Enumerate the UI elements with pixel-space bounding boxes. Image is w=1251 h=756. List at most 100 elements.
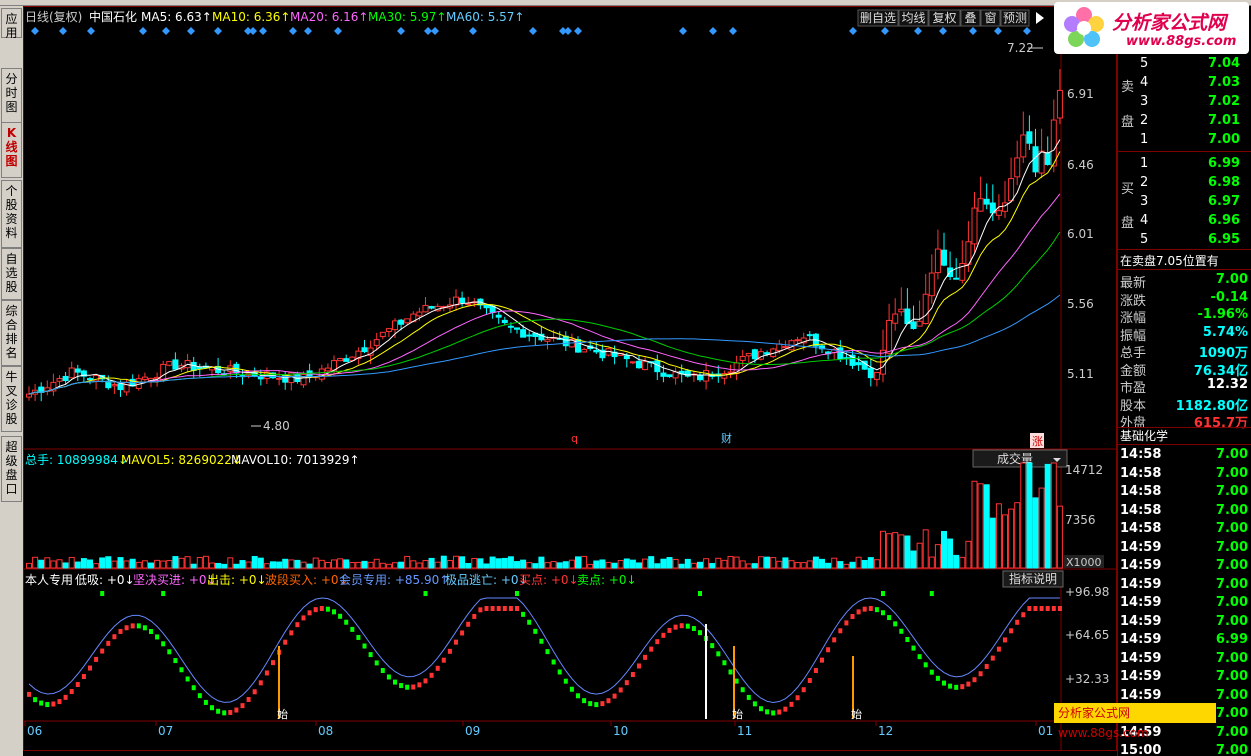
tick-price-14: 7.00 xyxy=(1215,706,1248,721)
buy-price-3: 6.97 xyxy=(1208,194,1241,209)
indicator-dot-80 xyxy=(515,606,519,611)
stat-key-5: 金额 xyxy=(1120,363,1147,379)
indicator-dot-104 xyxy=(661,632,666,638)
buy-price-4: 6.96 xyxy=(1208,213,1241,228)
volume-bar-129 xyxy=(812,556,819,569)
sell-price-5: 7.04 xyxy=(1208,56,1241,71)
indicator-dot-117 xyxy=(740,687,745,693)
event-diamond-0 xyxy=(31,27,39,35)
indicator-dot-102 xyxy=(649,646,654,652)
candle-body-148 xyxy=(928,272,935,297)
tick-time-6: 14:59 xyxy=(1120,558,1162,573)
tick-time-16: 15:00 xyxy=(1120,743,1162,756)
candle-body-51 xyxy=(337,358,344,362)
indicator-dot-33 xyxy=(228,709,233,715)
indicator-dot-89 xyxy=(569,686,574,692)
tick-time-11: 14:59 xyxy=(1120,650,1162,666)
indicator-dot-96 xyxy=(612,693,617,699)
indicator-dot-68 xyxy=(441,657,446,663)
candle-body-41 xyxy=(276,377,283,380)
indicator-dot-27 xyxy=(191,685,196,691)
event-diamond-24 xyxy=(849,27,857,35)
left-tab-6[interactable]: 牛叉诊股 xyxy=(1,366,22,432)
indicator-dot-4 xyxy=(51,701,56,707)
volume-bar-17 xyxy=(129,558,136,569)
candle-body-123 xyxy=(776,343,783,352)
volume-bar-160 xyxy=(1002,514,1008,569)
volume-bar-105 xyxy=(666,557,673,569)
indicator-dot-42 xyxy=(283,639,288,645)
indicator-dot-116 xyxy=(734,678,739,684)
buy-level-4: 4 xyxy=(1140,213,1149,228)
volume-bar-3 xyxy=(44,557,51,569)
tick-time-2: 14:58 xyxy=(1120,484,1162,499)
volume-bar-76 xyxy=(489,556,496,569)
event-diamond-5 xyxy=(187,27,195,35)
volume-bar-103 xyxy=(654,563,661,569)
left-tab-4[interactable]: 自选股 xyxy=(1,248,22,300)
tick-price-4: 7.00 xyxy=(1215,521,1248,536)
left-tab-5[interactable]: 综合排名 xyxy=(1,300,22,366)
indicator-dot-166 xyxy=(1039,606,1044,611)
left-tab-3[interactable]: 个股资料 xyxy=(1,180,22,248)
candle-body-138 xyxy=(867,367,874,379)
volume-bar-25 xyxy=(178,557,185,569)
volume-bar-116 xyxy=(733,556,740,569)
indicator-dot-150 xyxy=(942,680,946,686)
indicator-dot-72 xyxy=(466,621,471,627)
indicator-dot-92 xyxy=(588,701,593,707)
candle-body-80 xyxy=(514,327,520,330)
indicator-dot-151 xyxy=(948,683,953,689)
left-tab-7[interactable]: 超级盘口 xyxy=(1,436,22,502)
sell-level-3: 3 xyxy=(1140,94,1149,109)
signal-mark-2 xyxy=(423,591,428,596)
indicator-dot-134 xyxy=(844,620,849,626)
event-diamond-14 xyxy=(424,27,432,35)
indicator-dot-10 xyxy=(88,665,92,671)
volume-total: 总手: 10899984↓ xyxy=(25,453,128,467)
volume-bar-102 xyxy=(648,556,655,569)
indicator-item-1: 坚决买进: +0↓ xyxy=(133,573,217,587)
indicator-dot-0 xyxy=(27,691,31,697)
indicator-dot-65 xyxy=(423,678,428,684)
event-diamond-12 xyxy=(334,27,342,35)
indicator-dot-38 xyxy=(258,680,263,686)
event-diamond-13 xyxy=(397,27,405,35)
tick-price-6: 7.00 xyxy=(1215,558,1248,573)
indicator-dot-32 xyxy=(222,710,227,716)
sell-label-1: 卖 xyxy=(1121,80,1135,95)
tick-price-11: 7.00 xyxy=(1215,650,1248,666)
play-icon[interactable] xyxy=(1036,12,1044,24)
indicator-dot-8 xyxy=(75,682,80,688)
indicator-dot-12 xyxy=(100,648,105,654)
indicator-dot-64 xyxy=(417,682,422,688)
volume-bar-161 xyxy=(1008,508,1015,569)
indicator-dot-17 xyxy=(130,623,135,629)
event-diamond-29 xyxy=(994,27,1002,35)
volume-bar-166 xyxy=(1038,487,1045,569)
event-diamond-6 xyxy=(214,27,222,35)
indicator-item-5: 极品逃亡: +0↓ xyxy=(445,573,529,587)
volume-bar-89 xyxy=(568,559,575,569)
candle-body-10 xyxy=(87,378,93,381)
indicator-dot-62 xyxy=(405,684,410,690)
indicator-dot-149 xyxy=(935,675,940,681)
indicator-item-3: 波段买入: +0↓ xyxy=(265,572,349,587)
indicator-dot-91 xyxy=(582,698,587,704)
indicator-dot-119 xyxy=(752,701,757,707)
kline-chart-area[interactable]: 日线(复权) 中国石化 MA5: 6.63↑ MA10: 6.36↑ MA20: 6.1… xyxy=(23,6,1117,756)
tick-time-1: 14:58 xyxy=(1120,465,1162,481)
indicator-dot-13 xyxy=(106,640,111,646)
indicator-axis-label-0: +96.98 xyxy=(1065,585,1109,599)
indicator-dot-123 xyxy=(777,709,782,715)
left-tab-1[interactable]: 分时图 xyxy=(1,68,22,124)
volume-bar-48 xyxy=(318,559,325,569)
volume-bar-162 xyxy=(1014,502,1021,569)
indicator-dot-45 xyxy=(301,615,306,621)
volume-bar-85 xyxy=(544,562,551,569)
volume-bar-34 xyxy=(233,563,240,569)
indicator-dot-142 xyxy=(893,621,898,627)
left-tab-0[interactable]: 应用 xyxy=(1,8,22,40)
left-tab-2[interactable]: K线图 xyxy=(1,122,22,178)
indicator-dot-120 xyxy=(759,706,763,712)
